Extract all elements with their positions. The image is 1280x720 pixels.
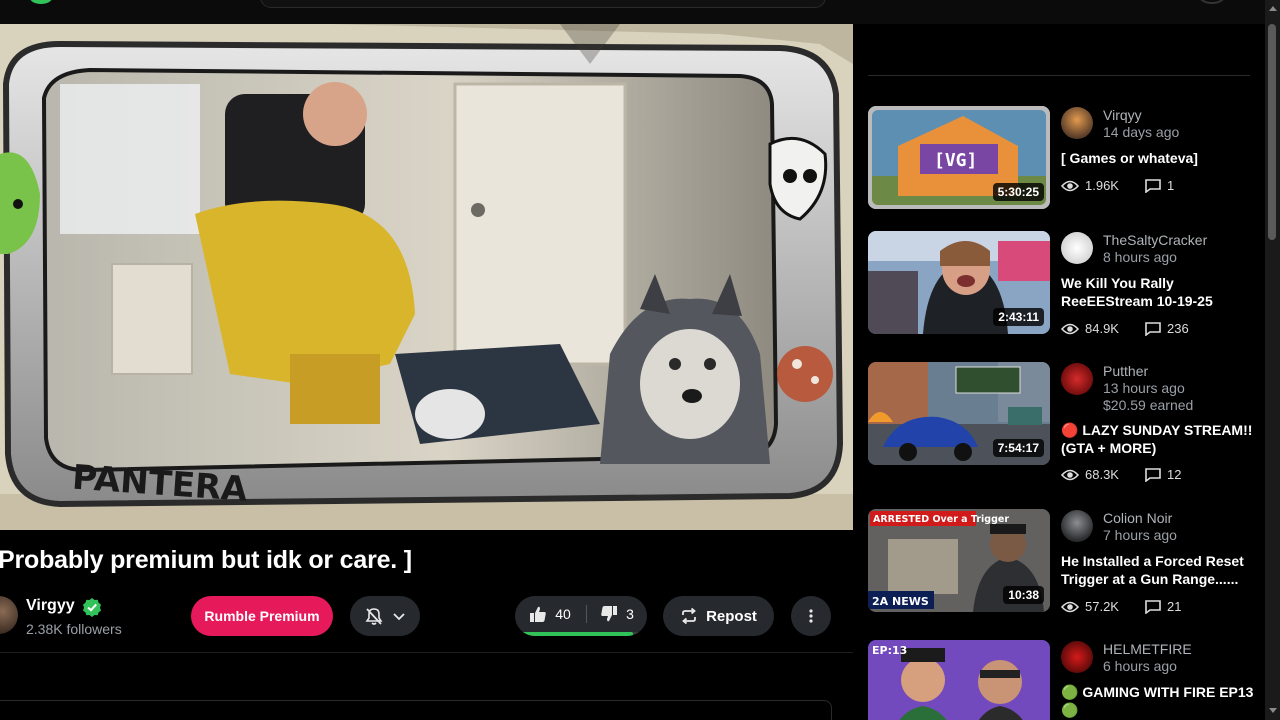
video-stats: 1.96K 1 <box>1061 178 1174 193</box>
eye-icon <box>1061 601 1079 612</box>
thumbnail-text: EP:13 <box>872 644 907 657</box>
vote-ratio-bar <box>521 632 641 636</box>
repost-label: Repost <box>706 607 757 625</box>
channel-avatar[interactable] <box>1061 510 1093 542</box>
comment-count: 236 <box>1166 321 1189 336</box>
video-stats: 84.9K 236 <box>1061 321 1189 336</box>
thumbs-up-icon <box>530 606 546 622</box>
channel-avatar[interactable] <box>1061 641 1093 673</box>
eye-icon <box>1061 323 1079 334</box>
video-title[interactable]: 🟢 GAMING WITH FIRE EP13 🟢 <box>1061 683 1256 719</box>
recommendation-item[interactable]: 2:43:11 TheSaltyCracker 8 hours ago We K… <box>868 231 1258 341</box>
video-thumbnail[interactable]: [VG] 5:30:25 <box>868 106 1050 209</box>
repost-button[interactable]: Repost <box>663 596 774 636</box>
rumble-premium-button[interactable]: Rumble Premium <box>191 596 333 636</box>
description-box[interactable] <box>0 700 832 720</box>
video-title[interactable]: 🔴 LAZY SUNDAY STREAM!! (GTA + MORE) <box>1061 421 1256 457</box>
dislike-button[interactable]: 3 <box>587 596 647 632</box>
upload-time: 6 hours ago <box>1103 658 1177 674</box>
thumbnail-text-secondary: 2A NEWS <box>872 595 929 608</box>
video-frame: PANTERA <box>0 24 853 530</box>
duration-badge: 5:30:25 <box>992 183 1044 201</box>
video-thumbnail[interactable]: EP:13 <box>868 640 1050 720</box>
duration-badge: 10:38 <box>1003 586 1044 604</box>
bell-off-icon <box>365 608 383 625</box>
verified-check-icon <box>83 598 101 617</box>
followers-count: 2.38K followers <box>26 621 122 637</box>
view-count: 84.9K <box>1085 321 1119 336</box>
earnings-label: $20.59 earned <box>1103 397 1194 413</box>
section-divider <box>0 652 853 653</box>
view-count: 1.96K <box>1085 178 1119 193</box>
rumble-logo[interactable] <box>30 0 52 4</box>
upload-time: 7 hours ago <box>1103 527 1177 543</box>
channel-name[interactable]: HELMETFIRE <box>1103 641 1192 657</box>
channel-name[interactable]: Virgyy <box>26 597 75 615</box>
scroll-down-arrow-icon[interactable] <box>1269 708 1277 713</box>
search-input[interactable] <box>260 0 826 8</box>
comment-count: 1 <box>1166 178 1175 193</box>
comment-icon <box>1145 178 1161 193</box>
upload-time: 13 hours ago <box>1103 380 1185 396</box>
more-vertical-icon <box>809 609 813 623</box>
dislike-count: 3 <box>626 606 634 622</box>
page-scrollbar[interactable] <box>1265 0 1280 720</box>
channel-name[interactable]: TheSaltyCracker <box>1103 232 1207 248</box>
recommendation-item[interactable]: EP:13 HELMETFIRE 6 hours ago 🟢 GAMING WI… <box>868 640 1258 720</box>
repost-icon <box>682 607 696 625</box>
scroll-up-arrow-icon[interactable] <box>1269 6 1277 11</box>
video-stats: 68.3K 12 <box>1061 467 1181 482</box>
eye-icon <box>1061 469 1079 480</box>
view-count: 68.3K <box>1085 467 1119 482</box>
like-button[interactable]: 40 <box>515 596 585 632</box>
channel-avatar[interactable] <box>1061 363 1093 395</box>
chevron-down-icon <box>393 613 405 621</box>
recommendation-item[interactable]: ARRESTED Over a Trigger 2A NEWS 10:38 Co… <box>868 509 1258 619</box>
comment-icon <box>1145 321 1161 336</box>
upload-time: 8 hours ago <box>1103 249 1177 265</box>
thumbs-down-icon <box>601 606 618 622</box>
recommendation-item[interactable]: [VG] 5:30:25 Virqyy 14 days ago [ Games … <box>868 106 1258 216</box>
video-title[interactable]: [ Games or whateva] <box>1061 149 1256 167</box>
more-options-button[interactable] <box>791 596 831 636</box>
recommendations-sidebar: [VG] 5:30:25 Virqyy 14 days ago [ Games … <box>853 24 1265 720</box>
vote-control: 40 3 <box>515 596 647 636</box>
channel-name[interactable]: Colion Noir <box>1103 510 1172 526</box>
comment-count: 12 <box>1166 467 1182 482</box>
video-stats: 57.2K 21 <box>1061 599 1181 614</box>
recommendation-item[interactable]: 7:54:17 Putther 13 hours ago $20.59 earn… <box>868 362 1258 487</box>
video-thumbnail[interactable]: 7:54:17 <box>868 362 1050 465</box>
thumbnail-text: ARRESTED Over a Trigger <box>873 514 1009 525</box>
video-title[interactable]: He Installed a Forced Reset Trigger at a… <box>1061 552 1256 588</box>
comment-icon <box>1145 599 1161 614</box>
comment-count: 21 <box>1166 599 1182 614</box>
eye-icon <box>1061 180 1079 191</box>
channel-name[interactable]: Virqyy <box>1103 107 1142 123</box>
like-count: 40 <box>555 606 571 622</box>
upload-time: 14 days ago <box>1103 124 1180 140</box>
duration-badge: 2:43:11 <box>993 308 1044 326</box>
user-avatar[interactable] <box>1198 0 1226 4</box>
top-bar <box>0 0 1280 24</box>
comment-icon <box>1145 467 1161 482</box>
sidebar-divider <box>868 75 1250 76</box>
channel-avatar[interactable] <box>1061 107 1093 139</box>
vote-ratio-fill <box>521 632 633 636</box>
thumbnail-text: [VG] <box>934 150 977 171</box>
channel-name[interactable]: Putther <box>1103 363 1148 379</box>
view-count: 57.2K <box>1085 599 1119 614</box>
video-player[interactable]: PANTERA <box>0 24 853 530</box>
video-title[interactable]: We Kill You Rally ReeEEStream 10-19-25 <box>1061 274 1256 310</box>
channel-avatar[interactable] <box>0 596 18 634</box>
thumbnail-image: EP:13 <box>868 640 1050 720</box>
scrollbar-thumb[interactable] <box>1268 24 1276 240</box>
video-title: Probably premium but idk or care. ] <box>0 546 412 574</box>
notification-toggle-button[interactable] <box>350 596 420 636</box>
video-thumbnail[interactable]: 2:43:11 <box>868 231 1050 334</box>
video-thumbnail[interactable]: ARRESTED Over a Trigger 2A NEWS 10:38 <box>868 509 1050 612</box>
channel-avatar[interactable] <box>1061 232 1093 264</box>
duration-badge: 7:54:17 <box>992 439 1044 457</box>
